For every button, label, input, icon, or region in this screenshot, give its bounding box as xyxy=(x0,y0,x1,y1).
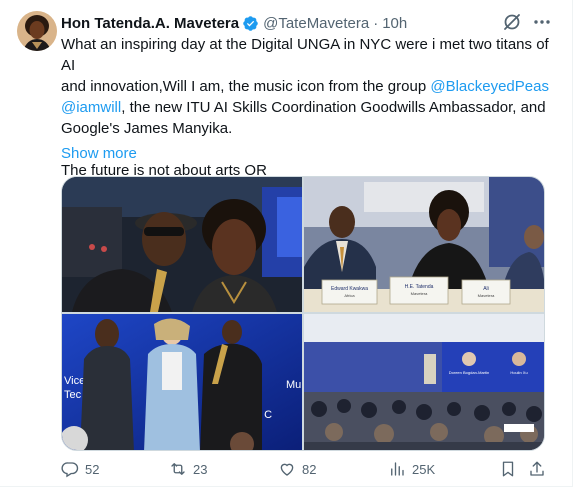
banner-text-2: Tec xyxy=(64,389,82,401)
photo-group-image[interactable]: Vice Tec Mu AI Skills C xyxy=(62,314,302,450)
show-more-link[interactable]: Show more xyxy=(61,145,137,162)
grok-icon[interactable] xyxy=(502,12,522,32)
placard-3-line-1: Ali xyxy=(483,286,489,292)
verified-badge-icon[interactable] xyxy=(242,15,259,32)
author-handle[interactable]: @TateMavetera xyxy=(263,15,369,32)
more-options-icon[interactable] xyxy=(531,12,553,32)
media-grid: Edward Kwakwa Africa H.E. Tatenda Mavete… xyxy=(61,176,545,451)
photo-selfie-image[interactable] xyxy=(62,177,302,312)
heart-icon xyxy=(280,463,294,476)
views-button[interactable]: 25K xyxy=(388,458,435,480)
bookmark-icon xyxy=(502,461,514,477)
photo-conference-room-image[interactable]: Doreen Bogdan-Martin Houlin Xu xyxy=(304,314,544,450)
share-icon xyxy=(530,461,544,476)
banner-text-1: Vice xyxy=(64,375,85,387)
placard-1-line-2: Africa xyxy=(344,293,355,298)
placard-3-line-2: Mavetera xyxy=(478,293,495,298)
placard-2-line-1: H.E. Tatenda xyxy=(405,284,434,290)
repost-icon xyxy=(171,463,185,475)
action-bar: 52 23 82 25K xyxy=(61,458,547,480)
tweet-timestamp[interactable]: 10h xyxy=(382,15,407,32)
tweet-line-1: What an inspiring day at the Digital UNG… xyxy=(61,36,549,74)
tweet-line-3-text: , the new ITU AI Skills Coordination Goo… xyxy=(121,99,546,116)
tweet-header: Hon Tatenda.A. Mavetera @TateMavetera · … xyxy=(61,13,407,33)
tweet-line-2: and innovation,Will I am, the music icon… xyxy=(61,76,556,97)
tweet-line-2-text: and innovation,Will I am, the music icon… xyxy=(61,78,431,95)
bookmark-button[interactable] xyxy=(499,458,517,480)
author-name[interactable]: Hon Tatenda.A. Mavetera xyxy=(61,15,239,32)
repost-button[interactable]: 23 xyxy=(169,458,207,480)
views-chart-icon xyxy=(391,462,404,476)
reply-icon xyxy=(61,462,79,478)
tweet-line-3: @iamwill, the new ITU AI Skills Coordina… xyxy=(61,97,556,118)
mention-iamwill-link[interactable]: @iamwill xyxy=(61,99,121,116)
placard-2-line-2: Mavetera xyxy=(411,291,428,296)
share-button[interactable] xyxy=(528,458,546,480)
banner-text-3: Mu xyxy=(286,379,301,391)
repost-count: 23 xyxy=(193,461,208,477)
author-avatar[interactable] xyxy=(17,11,57,51)
like-button[interactable]: 82 xyxy=(278,458,316,480)
reply-count: 52 xyxy=(85,461,100,477)
placard-1-line-1: Edward Kwakwa xyxy=(331,286,368,292)
separator-dot: · xyxy=(373,14,379,32)
reply-button[interactable]: 52 xyxy=(61,458,99,480)
views-count: 25K xyxy=(412,461,436,477)
screen-name-1: Doreen Bogdan-Martin xyxy=(449,370,489,375)
like-count: 82 xyxy=(302,461,317,477)
tweet-line-4: Google's James Manyika. xyxy=(61,120,233,137)
tweet-card[interactable]: Hon Tatenda.A. Mavetera @TateMavetera · … xyxy=(0,0,573,487)
photo-panel-table-image[interactable]: Edward Kwakwa Africa H.E. Tatenda Mavete… xyxy=(304,177,544,312)
mention-blackeyedpeas-link[interactable]: @BlackeyedPeas xyxy=(430,78,549,95)
screen-name-2: Houlin Xu xyxy=(510,370,527,375)
